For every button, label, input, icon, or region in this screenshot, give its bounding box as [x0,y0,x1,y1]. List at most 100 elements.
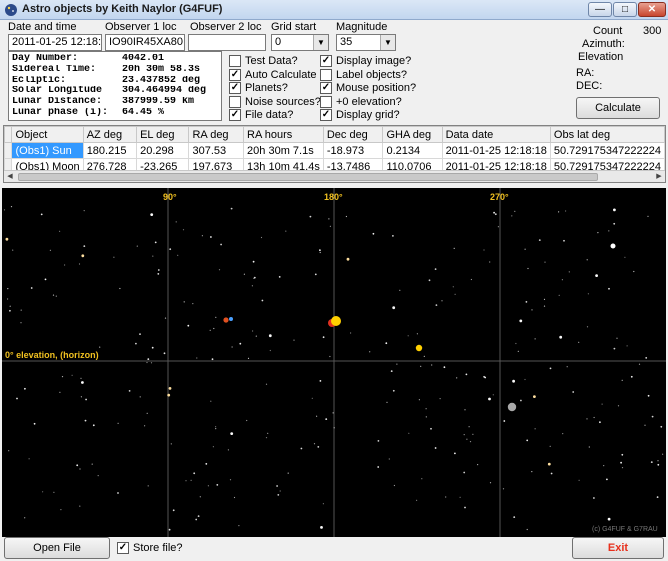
star-dot [147,485,149,487]
star-dot [565,210,567,212]
star-dot [606,478,608,481]
observer2-field[interactable] [188,34,266,51]
table-row[interactable]: (Obs1) Sun 180.215 20.298 307.53 20h 30m 7.1… [4,142,665,159]
scrollbar-thumb[interactable] [18,173,598,181]
open-file-button[interactable]: Open File [4,537,110,559]
table-cell[interactable]: 0.2134 [382,142,443,159]
star-dot [177,254,179,256]
star-dot [195,518,198,521]
date-time-field[interactable]: 2011-01-25 12:18:18 [8,34,102,51]
star-dot [418,399,420,401]
star-dot [24,387,26,390]
star-dot [83,245,86,247]
checkbox-box[interactable]: ✓ [320,109,332,121]
star-dot [626,345,628,347]
astro-info-panel: Day Number: 4042.01 Sidereal Time: 20h 30m … [8,51,222,121]
store-file-checkbox[interactable]: ✓ Store file? [117,541,183,555]
star-dot [385,342,388,345]
bright-star [610,243,616,249]
checkbox-box[interactable]: ✓ [229,68,241,81]
star-dot [534,338,536,340]
column-header[interactable]: Data date [441,126,551,143]
star-dot [484,376,487,379]
table-cell[interactable]: 180.215 [82,142,138,159]
star-dot [135,342,137,345]
table-cell[interactable]: 2011-01-25 12:18:18 [441,142,551,159]
minimize-button[interactable]: — [588,2,612,17]
sky-canvas[interactable]: 90° 180° 270° 0° elevation, (horizon) (c… [2,188,666,537]
checkbox-test-data[interactable]: Test Data? [229,54,298,68]
checkbox-label-objects[interactable]: Label objects? [320,68,407,82]
magnitude-select[interactable]: 35 ▼ [336,34,396,51]
column-header[interactable]: RA hours [243,126,324,143]
sky-chart[interactable]: 90° 180° 270° 0° elevation, (horizon) (c… [2,188,666,537]
checkbox-box[interactable] [229,95,241,108]
column-header[interactable]: GHA deg [382,126,443,143]
checkbox-noise-sources[interactable]: Noise sources? [229,95,321,109]
star-dot [647,215,649,217]
column-header[interactable]: RA deg [188,126,245,143]
table-cell[interactable]: 20.298 [136,142,190,159]
star-dot [52,294,55,296]
star-dot [24,517,26,519]
star-dot [543,305,546,307]
column-header[interactable]: Obs lat deg [549,126,665,143]
column-header[interactable]: Dec deg [322,126,384,143]
arrow-left-icon[interactable]: ◀ [4,171,16,182]
store-file-box[interactable]: ✓ [117,542,129,554]
column-header[interactable]: Object [11,126,84,143]
star-dot [252,330,254,332]
star-dot [647,394,650,397]
checkbox-mouse-position[interactable]: ✓ Mouse position? [320,81,416,95]
info-key: Day Number: [12,54,79,64]
column-header[interactable]: AZ deg [82,126,138,143]
checkbox-auto-calculate[interactable]: ✓ Auto Calculate [229,68,317,82]
column-header[interactable]: EL deg [136,126,190,143]
count-label: Count [593,25,623,37]
maximize-button[interactable]: □ [613,2,637,17]
row-header[interactable] [4,142,13,159]
star-dot [182,229,185,231]
checkbox-display-image[interactable]: ✓ Display image? [320,54,411,68]
star-dot [20,322,22,324]
horizontal-scrollbar[interactable]: ◀ ▶ [4,170,665,182]
checkbox-box[interactable]: ✓ [320,82,332,94]
star-dot [660,425,663,428]
calculate-button[interactable]: Calculate [576,97,660,119]
checkbox-box[interactable]: ✓ [229,82,241,94]
arrow-right-icon[interactable]: ▶ [653,171,665,182]
checkbox-box[interactable] [320,68,332,81]
table-cell[interactable]: 50.729175347222224 [549,142,665,159]
table-cell[interactable]: (Obs1) Sun [11,142,84,159]
star-dot [464,409,466,411]
star-dot [568,271,570,273]
checkbox-box[interactable] [320,95,332,108]
checkbox--0-elevation[interactable]: +0 elevation? [320,95,402,109]
observer1-field[interactable]: IO90IR45XA80 [105,34,185,51]
checkbox-planets[interactable]: ✓ Planets? [229,81,288,95]
checkbox-box[interactable]: ✓ [320,55,332,67]
star-dot [644,424,646,426]
star-dot [329,225,331,227]
star-dot [193,472,196,475]
star-dot [638,363,641,365]
info-key: Lunar Distance: [12,97,103,108]
table-cell[interactable]: -18.973 [322,142,384,159]
star-dot [40,213,43,216]
close-button[interactable]: ✕ [638,2,666,17]
star-dot [238,525,240,527]
grid-start-select[interactable]: 0 ▼ [271,34,329,51]
star-dot [601,403,603,405]
star-dot [392,235,394,237]
checkbox-box[interactable] [229,55,241,67]
checkbox-box[interactable]: ✓ [229,109,241,121]
table-cell[interactable]: 307.53 [188,142,245,159]
star-dot [435,304,438,306]
checkbox-file-data[interactable]: ✓ File data? [229,108,293,122]
exit-button[interactable]: Exit [572,537,664,559]
checkbox-display-grid[interactable]: ✓ Display grid? [320,108,400,122]
table-cell[interactable]: 20h 30m 7.1s [243,142,324,159]
star-dot [80,377,82,379]
star-dot [599,421,601,424]
star-dot [593,497,595,499]
